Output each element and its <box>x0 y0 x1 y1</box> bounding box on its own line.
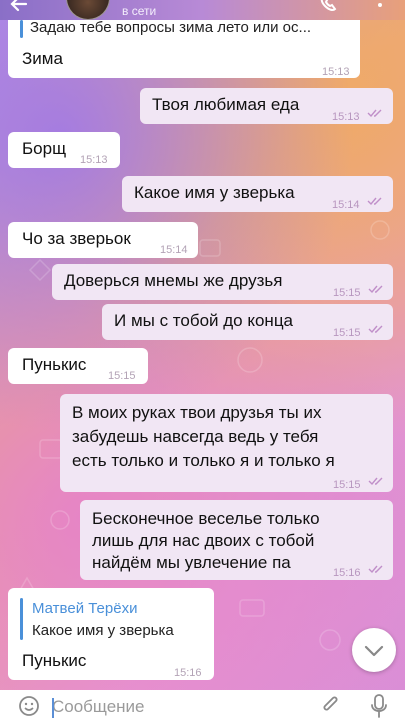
message-time: 15:15 <box>333 287 361 299</box>
message-line: есть только и только я и только я <box>72 451 335 470</box>
back-arrow-icon[interactable] <box>8 0 28 14</box>
read-checks-icon <box>367 197 382 206</box>
phone-icon[interactable] <box>318 0 340 14</box>
message-time: 15:16 <box>333 567 361 579</box>
message-text: Зима <box>22 49 63 68</box>
message-time: 15:16 <box>174 667 202 679</box>
read-checks-icon <box>368 325 383 334</box>
message-text: Доверься мнемы же друзья <box>64 271 283 290</box>
message-time: 15:15 <box>333 479 361 491</box>
message-outgoing[interactable]: Какое имя у зверька 15:14 <box>122 176 393 212</box>
message-text: Пунькис <box>22 355 87 374</box>
message-outgoing[interactable]: Бесконечное веселье только лишь для нас … <box>80 500 393 580</box>
message-incoming[interactable]: Пунькис 15:15 <box>8 348 148 384</box>
message-outgoing[interactable]: В моих руках твои друзья ты их забудешь … <box>60 394 393 492</box>
text-caret <box>52 698 54 718</box>
reply-text: Какое имя у зверька <box>32 622 174 639</box>
paperclip-icon[interactable] <box>320 693 342 717</box>
message-text: Чо за зверьок <box>22 229 131 248</box>
date-separator: 18 июня <box>158 40 246 64</box>
more-vertical-icon[interactable] <box>375 0 385 14</box>
message-outgoing[interactable]: Твоя любимая еда 15:13 <box>140 88 393 124</box>
reply-preview-text: Задаю тебе вопросы зима лето или ос... <box>30 20 312 36</box>
reply-quote-bar <box>20 20 23 38</box>
message-time: 15:14 <box>332 199 360 211</box>
message-text: Пунькис <box>22 651 87 670</box>
message-incoming[interactable]: Матвей Терёхи Какое имя у зверька Пуньки… <box>8 588 214 680</box>
message-text: И мы с тобой до конца <box>114 311 294 330</box>
message-time: 15:13 <box>80 154 108 166</box>
message-text: Какое имя у зверька <box>134 183 295 202</box>
message-incoming[interactable]: Чо за зверьок 15:14 <box>8 222 198 258</box>
message-time: 15:14 <box>160 244 188 256</box>
header-background <box>0 0 405 20</box>
microphone-icon[interactable] <box>370 693 388 719</box>
chat-header: в сети <box>0 0 405 20</box>
message-time: 15:15 <box>333 327 361 339</box>
message-line: забудешь навсегда ведь у тебя <box>72 427 319 446</box>
message-time: 15:13 <box>332 111 360 123</box>
message-line: Бесконечное веселье только <box>92 509 320 528</box>
message-outgoing[interactable]: И мы с тобой до конца 15:15 <box>102 304 393 340</box>
message-time: 15:13 <box>322 66 350 78</box>
chevron-down-icon <box>364 645 384 657</box>
message-text: Твоя любимая еда <box>152 95 300 114</box>
message-text: Борщ <box>22 139 67 158</box>
scroll-down-button[interactable] <box>352 628 396 672</box>
read-checks-icon <box>368 285 383 294</box>
contact-status: в сети <box>122 4 157 18</box>
message-line: лишь для нас двоих с тобой <box>92 531 315 550</box>
message-line: найдём мы увлечение па <box>92 553 291 572</box>
read-checks-icon <box>368 565 383 574</box>
message-input[interactable] <box>52 694 302 720</box>
chat-screen: в сети Задаю тебе вопросы зима лето или … <box>0 0 405 720</box>
read-checks-icon <box>368 477 383 486</box>
message-outgoing[interactable]: Доверься мнемы же друзья 15:15 <box>52 264 393 300</box>
reply-quote-bar <box>20 598 23 640</box>
message-time: 15:15 <box>108 370 136 382</box>
message-line: В моих руках твои друзья ты их <box>72 403 322 422</box>
message-incoming[interactable]: Борщ 15:13 <box>8 132 120 168</box>
emoji-icon[interactable] <box>18 695 40 717</box>
reply-author: Матвей Терёхи <box>32 600 138 617</box>
read-checks-icon <box>367 109 382 118</box>
